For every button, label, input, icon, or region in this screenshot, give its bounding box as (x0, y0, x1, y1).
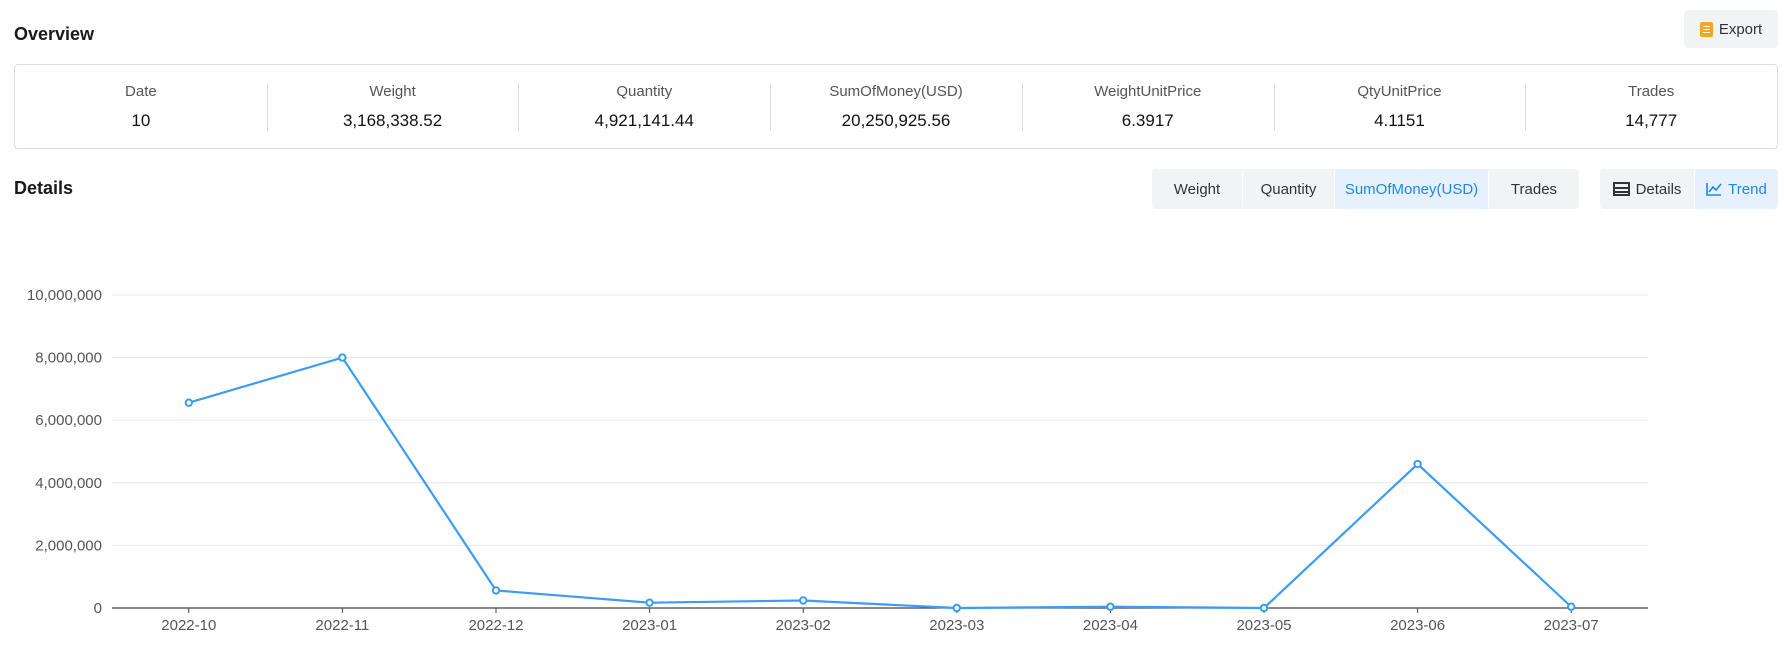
trend-chart: 0 2,000,000 4,000,000 6,000,000 8,000,000 10,… (27, 287, 1648, 634)
export-icon (1699, 21, 1713, 37)
metric-value: 10 (131, 110, 151, 130)
tab-details-label: Details (1635, 180, 1682, 198)
table-icon (1612, 182, 1630, 196)
metric-value: 14,777 (1625, 110, 1678, 130)
x-tick-label: 2022-12 (468, 617, 523, 634)
tab-trend[interactable]: Trend (1694, 169, 1778, 209)
metric-value: 4.1151 (1374, 110, 1425, 130)
metric-value: 4,921,141.44 (594, 110, 694, 130)
y-tick-label: 8,000,000 (35, 350, 102, 367)
data-point[interactable] (184, 398, 194, 407)
details-title: Details (14, 178, 74, 198)
tab-quantity[interactable]: Quantity (1242, 169, 1334, 209)
tab-trades[interactable]: Trades (1488, 169, 1579, 209)
x-tick-label: 2023-01 (622, 617, 677, 634)
metric-label: Quantity (616, 82, 673, 100)
metric-label: WeightUnitPrice (1094, 82, 1202, 100)
metric-quantity: Quantity 4,921,141.44 (518, 82, 770, 131)
tab-weight[interactable]: Weight (1152, 169, 1242, 209)
metric-weight: Weight 3,168,338.52 (266, 82, 519, 131)
data-point[interactable] (1259, 603, 1269, 613)
metric-value: 20,250,925.56 (841, 110, 951, 130)
y-tick-label: 10,000,000 (27, 287, 102, 304)
view-tabs: Details Trend (1600, 169, 1778, 209)
x-tick-label: 2023-03 (929, 617, 984, 634)
metric-label: Weight (369, 82, 416, 100)
x-tick-label: 2023-04 (1083, 617, 1138, 634)
data-point[interactable] (799, 596, 808, 605)
export-label: Export (1718, 20, 1763, 38)
tab-details[interactable]: Details (1600, 169, 1694, 209)
metric-value: 6.3917 (1121, 110, 1174, 130)
line-chart-icon (1706, 183, 1722, 196)
export-button[interactable]: Export (1684, 10, 1778, 48)
metric-trades: Trades 14,777 (1525, 82, 1777, 131)
y-tick-label: 4,000,000 (35, 475, 102, 492)
metric-weight-unit-price: WeightUnitPrice 6.3917 (1021, 82, 1274, 131)
metric-label: SumOfMoney(USD) (829, 82, 963, 100)
data-point[interactable] (952, 603, 961, 613)
data-point[interactable] (645, 598, 654, 607)
metric-label: QtyUnitPrice (1357, 82, 1442, 100)
x-tick-label: 2022-10 (161, 617, 216, 634)
metric-value: 3,168,338.52 (342, 110, 443, 130)
metric-sum-of-money: SumOfMoney(USD) 20,250,925.56 (770, 82, 1022, 131)
tab-trend-label: Trend (1728, 180, 1767, 198)
metric-label: Date (125, 82, 157, 100)
x-tick-label: 2023-07 (1544, 617, 1599, 634)
metric-date: Date 10 (15, 83, 267, 131)
x-tick-label: 2022-11 (315, 617, 369, 634)
x-tick-label: 2023-06 (1390, 617, 1445, 634)
data-point[interactable] (1413, 459, 1422, 469)
metric-tabs: Weight Quantity SumOfMoney(USD) Trades (1152, 169, 1579, 209)
x-tick-label: 2023-05 (1236, 617, 1291, 634)
overview-title: Overview (14, 24, 95, 44)
overview-card: Date 10 Weight 3,168,338.52 Quantity 4,9… (14, 64, 1778, 149)
y-tick-label: 2,000,000 (35, 537, 102, 554)
metric-label: Trades (1628, 82, 1675, 100)
data-point[interactable] (1567, 602, 1576, 611)
tab-sum-of-money[interactable]: SumOfMoney(USD) (1334, 169, 1488, 209)
y-tick-label: 0 (94, 600, 102, 617)
data-point[interactable] (1106, 602, 1115, 611)
metric-qty-unit-price: QtyUnitPrice 4.1151 (1273, 82, 1526, 131)
y-tick-label: 6,000,000 (35, 412, 102, 429)
x-tick-label: 2023-02 (776, 617, 831, 634)
data-point[interactable] (338, 353, 347, 362)
data-point[interactable] (491, 586, 501, 595)
